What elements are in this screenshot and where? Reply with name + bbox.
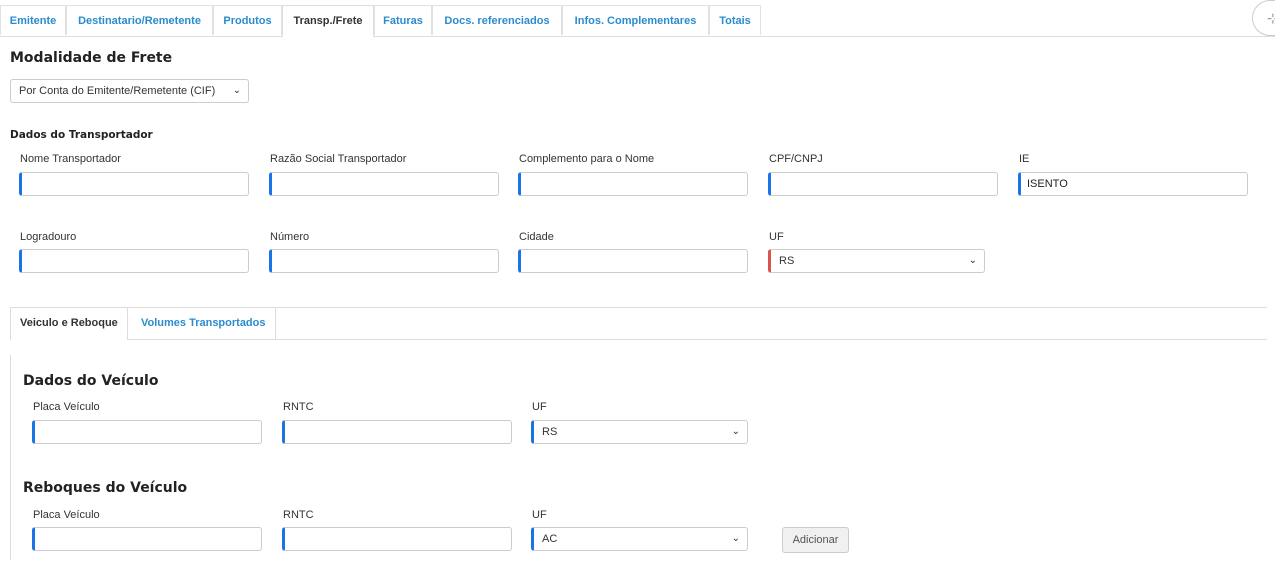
- tab-emitente[interactable]: Emitente: [0, 5, 66, 35]
- ie-label: IE: [1019, 153, 1030, 165]
- tab-produtos[interactable]: Produtos: [213, 5, 282, 35]
- rntc-input[interactable]: [282, 420, 512, 444]
- modalidade-title: Modalidade de Frete: [10, 50, 173, 66]
- razao-social-label: Razão Social Transportador: [270, 153, 407, 165]
- chevron-down-icon: ⌄: [232, 85, 241, 96]
- chevron-down-icon: ⌄: [731, 533, 740, 544]
- tab-destinatario[interactable]: Destinatario/Remetente: [66, 5, 213, 35]
- logradouro-input[interactable]: [19, 249, 249, 273]
- rntc-reboque-label: RNTC: [283, 509, 314, 521]
- main-tab-bar: Emitente Destinatario/Remetente Produtos…: [0, 0, 1275, 37]
- rntc-reboque-input[interactable]: [282, 527, 512, 551]
- uf-reboque-select[interactable]: AC ⌄: [531, 527, 748, 551]
- tab-infos-complementares[interactable]: Infos. Complementares: [562, 5, 709, 35]
- uf-reboque-value: AC: [542, 533, 558, 545]
- rntc-label: RNTC: [283, 401, 314, 413]
- razao-social-input[interactable]: [269, 172, 499, 196]
- placa-reboque-label: Placa Veículo: [33, 509, 100, 521]
- uf-veiculo-value: RS: [542, 426, 558, 438]
- tab-transp-frete[interactable]: Transp./Frete: [282, 5, 374, 37]
- numero-input[interactable]: [269, 249, 499, 273]
- transportador-title: Dados do Transportador: [10, 129, 153, 141]
- tab-totais[interactable]: Totais: [709, 5, 761, 35]
- expand-icon[interactable]: ⊹: [1252, 0, 1275, 36]
- uf-reboque-label: UF: [532, 509, 547, 521]
- uf-transportador-select[interactable]: RS ⌄: [768, 249, 985, 273]
- chevron-down-icon: ⌄: [968, 255, 977, 266]
- tab-docs-referenciados[interactable]: Docs. referenciados: [432, 5, 562, 35]
- reboques-title: Reboques do Veículo: [23, 480, 188, 496]
- panel-border: [10, 355, 11, 560]
- complemento-nome-label: Complemento para o Nome: [519, 153, 655, 165]
- uf-transportador-label: UF: [769, 231, 784, 243]
- uf-veiculo-select[interactable]: RS ⌄: [531, 420, 748, 444]
- modalidade-select-value: Por Conta do Emitente/Remetente (CIF): [19, 85, 216, 97]
- subtab-volumes-transportados[interactable]: Volumes Transportados: [132, 308, 276, 339]
- numero-label: Número: [270, 231, 310, 243]
- placa-veiculo-label: Placa Veículo: [33, 401, 100, 413]
- cidade-input[interactable]: [518, 249, 748, 273]
- logradouro-label: Logradouro: [20, 231, 77, 243]
- ie-input[interactable]: [1018, 172, 1248, 196]
- uf-veiculo-label: UF: [532, 401, 547, 413]
- adicionar-button[interactable]: Adicionar: [782, 527, 849, 553]
- sub-tab-bar: Veiculo e Reboque Volumes Transportados: [10, 307, 1267, 340]
- subtab-veiculo-reboque[interactable]: Veiculo e Reboque: [10, 308, 128, 340]
- nome-transportador-input[interactable]: [19, 172, 249, 196]
- tab-faturas[interactable]: Faturas: [374, 5, 432, 35]
- complemento-nome-input[interactable]: [518, 172, 748, 196]
- uf-transportador-value: RS: [779, 255, 795, 267]
- cidade-label: Cidade: [519, 231, 554, 243]
- nome-transportador-label: Nome Transportador: [20, 153, 121, 165]
- cpf-cnpj-label: CPF/CNPJ: [769, 153, 823, 165]
- chevron-down-icon: ⌄: [731, 426, 740, 437]
- placa-reboque-input[interactable]: [32, 527, 262, 551]
- modalidade-select[interactable]: Por Conta do Emitente/Remetente (CIF) ⌄: [10, 79, 249, 103]
- veiculo-title: Dados do Veículo: [23, 373, 159, 389]
- cpf-cnpj-input[interactable]: [768, 172, 998, 196]
- placa-veiculo-input[interactable]: [32, 420, 262, 444]
